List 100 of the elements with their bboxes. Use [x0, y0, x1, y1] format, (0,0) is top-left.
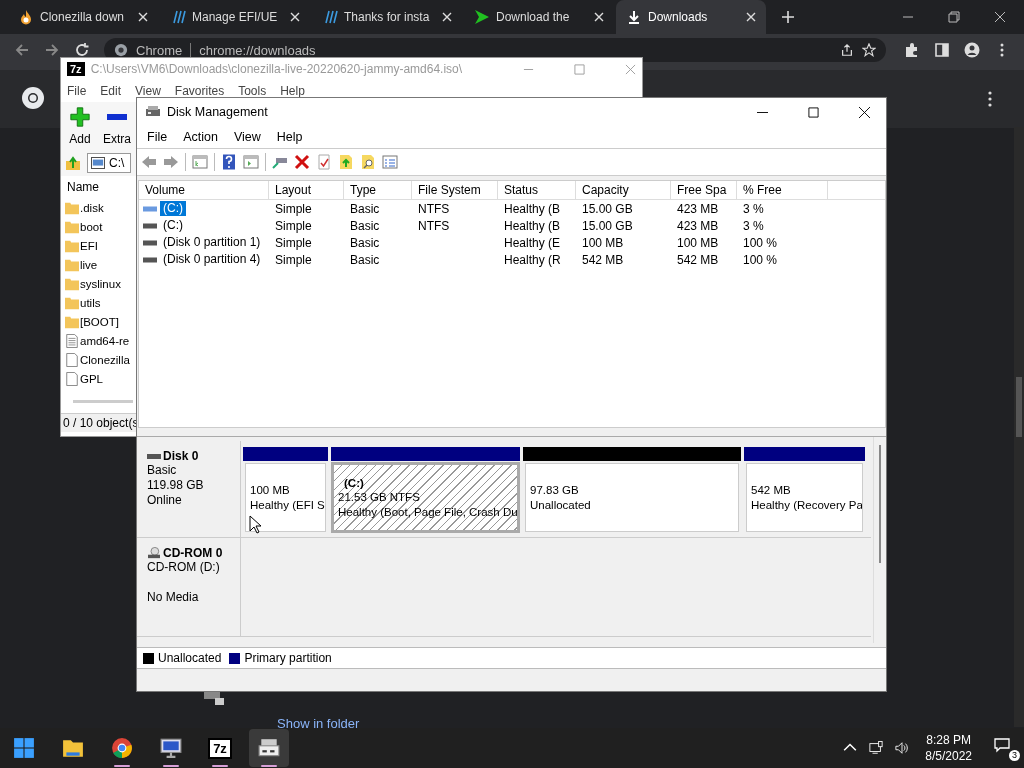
scrollbar[interactable] — [1014, 127, 1024, 727]
delete-icon[interactable] — [294, 154, 310, 170]
action-pane-icon[interactable] — [243, 154, 259, 170]
puzzle-icon[interactable] — [904, 42, 920, 58]
archive-entry[interactable]: .disk — [65, 198, 137, 217]
help-icon[interactable] — [221, 154, 237, 170]
table-cell: 15.00 GB — [582, 218, 633, 233]
browser-tab[interactable]: Download the — [464, 0, 614, 34]
menu-item[interactable]: View — [135, 84, 161, 98]
folder-up-icon[interactable] — [65, 155, 81, 171]
column-header[interactable]: File System — [412, 181, 498, 199]
column-header[interactable]: Capacity — [576, 181, 671, 199]
archive-entry[interactable]: GPL — [65, 369, 137, 388]
disk-drive-icon — [258, 737, 280, 759]
notification-button[interactable]: 3 — [994, 735, 1020, 761]
menu-item[interactable]: Help — [280, 84, 305, 98]
table-cell: 100 MB — [677, 235, 719, 250]
archive-entry[interactable]: live — [65, 255, 137, 274]
network-icon[interactable] — [869, 741, 884, 755]
menu-item[interactable]: Edit — [100, 84, 122, 98]
clock[interactable]: 8:28 PM 8/5/2022 — [925, 732, 972, 764]
archive-entry[interactable]: syslinux — [65, 274, 137, 293]
share-icon[interactable] — [840, 43, 854, 57]
volume-row[interactable]: (C:) Simple Basic NTFS Healthy (B 15.00 GB 423 MB 3 % — [139, 217, 885, 234]
disc-image-icon — [91, 157, 105, 169]
restore-icon[interactable] — [948, 11, 960, 23]
menu-item[interactable]: File — [67, 84, 87, 98]
menu-item[interactable]: View — [225, 130, 269, 144]
archive-entry[interactable]: [BOOT] — [65, 312, 137, 331]
chrome-logo-icon — [114, 43, 128, 57]
browser-tab[interactable]: Manage EFI/UE — [160, 0, 310, 34]
volume-row[interactable]: (Disk 0 partition 4) Simple Basic Healthy (R 542 MB 542 MB 100 % — [139, 251, 885, 268]
volume-row[interactable]: (C:) Simple Basic NTFS Healthy (B 15.00 GB 423 MB 3 % — [139, 200, 885, 217]
archive-entry[interactable]: Clonezilla — [65, 350, 137, 369]
browser-tab[interactable]: Thanks for insta — [312, 0, 462, 34]
scrollbar[interactable] — [873, 437, 886, 643]
volume-icon[interactable] — [895, 741, 910, 755]
menu-item[interactable]: Action — [175, 130, 226, 144]
table-cell-text: (C:) — [162, 218, 184, 233]
folder-icon — [62, 737, 84, 759]
new-tab-icon[interactable] — [782, 11, 794, 23]
table-cell: Healthy (R — [504, 252, 561, 267]
table-cell-text: (Disk 0 partition 1) — [162, 235, 262, 250]
column-header[interactable]: Layout — [269, 181, 344, 199]
browser-tab[interactable]: Downloads — [616, 0, 766, 34]
column-header[interactable]: Status — [498, 181, 576, 199]
table-cell: 100 % — [743, 252, 778, 267]
volume-icon — [143, 239, 157, 246]
archive-entry[interactable]: amd64-re — [65, 331, 137, 350]
app-logo: 7z — [67, 62, 85, 76]
forward-icon[interactable] — [44, 42, 60, 58]
taskbar-app[interactable] — [249, 729, 289, 767]
window-title: Disk Management — [167, 105, 268, 119]
close-icon[interactable] — [994, 11, 1006, 23]
profile-icon[interactable] — [964, 42, 980, 58]
toolbar-button[interactable]: Extra — [101, 102, 133, 150]
column-header[interactable]: Volume — [139, 181, 269, 199]
menu-item[interactable]: File — [139, 130, 176, 144]
table-cell: 423 MB — [677, 201, 719, 216]
archive-entry[interactable]: utils — [65, 293, 137, 312]
monitor-icon — [160, 737, 182, 759]
table-cell: 3 % — [743, 201, 764, 216]
side-panel-icon[interactable] — [934, 42, 950, 58]
close-icon[interactable] — [859, 106, 870, 118]
volume-row[interactable]: (Disk 0 partition 1) Simple Basic Healthy (E 100 MB 100 MB 100 % — [139, 234, 885, 251]
archive-entry[interactable]: boot — [65, 217, 137, 236]
table-cell: 542 MB — [582, 252, 624, 267]
forward-icon[interactable] — [163, 154, 179, 170]
star-icon[interactable] — [862, 43, 876, 57]
arrow-icon — [474, 9, 490, 25]
slashes-icon — [322, 9, 338, 25]
toolbar-button[interactable]: Add — [67, 102, 93, 150]
show-in-folder-link[interactable]: Show in folder — [277, 716, 360, 731]
menu-icon[interactable] — [987, 90, 993, 108]
column-header[interactable]: % Free — [737, 181, 828, 199]
folder-up-icon[interactable] — [338, 154, 354, 170]
menu-item[interactable]: Favorites — [174, 84, 225, 98]
column-header[interactable]: Name — [65, 176, 137, 198]
reload-icon[interactable] — [74, 42, 90, 58]
archive-entry[interactable]: EFI — [65, 236, 137, 255]
partition-info: Healthy (EFI S — [250, 497, 325, 513]
disk-name: Disk 0 — [163, 449, 199, 463]
maximize-icon[interactable] — [808, 106, 819, 118]
back-icon[interactable] — [14, 42, 30, 58]
menu-item[interactable]: Help — [268, 130, 311, 144]
column-header[interactable]: Type — [344, 181, 412, 199]
disk-info: No Media — [147, 590, 199, 604]
folder-icon — [65, 314, 79, 329]
back-icon[interactable] — [141, 154, 157, 170]
taskbar-app[interactable]: 7z — [200, 729, 240, 767]
check-document-icon[interactable] — [316, 154, 332, 170]
column-header[interactable]: Free Spa — [671, 181, 737, 199]
browser-tab[interactable]: Clonezilla down — [8, 0, 158, 34]
path-field[interactable]: C:\ — [87, 153, 131, 173]
folder-search-icon[interactable] — [360, 154, 376, 170]
table-cell: 3 % — [743, 218, 764, 233]
table-cell: Basic — [350, 218, 380, 233]
notification-count: 3 — [1009, 750, 1020, 761]
disk-info: 119.98 GB — [147, 478, 204, 492]
menu-item[interactable]: Tools — [238, 84, 267, 98]
